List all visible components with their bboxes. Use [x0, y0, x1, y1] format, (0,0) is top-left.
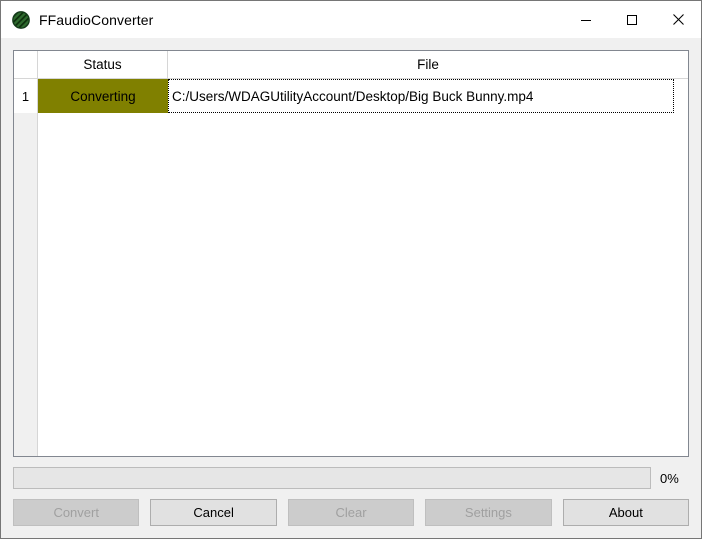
window-title: FFaudioConverter — [39, 11, 154, 28]
progress-row: 0% — [13, 467, 689, 489]
close-icon[interactable] — [655, 1, 701, 38]
table-header-row: Status File — [14, 51, 688, 79]
table-body: 1 Converting C:/Users/WDAGUtilityAccount… — [14, 79, 688, 456]
maximize-icon[interactable] — [609, 1, 655, 38]
progress-bar — [13, 467, 651, 489]
status-badge: Converting — [38, 79, 168, 113]
table-row[interactable]: Converting C:/Users/WDAGUtilityAccount/D… — [38, 79, 688, 113]
column-header-status[interactable]: Status — [38, 51, 168, 78]
file-table[interactable]: Status File 1 Converting C:/Users/WDAGUt… — [13, 50, 689, 457]
button-bar: Convert Cancel Clear Settings About — [13, 499, 690, 526]
clear-button[interactable]: Clear — [287, 499, 415, 526]
app-logo-icon — [12, 10, 30, 29]
convert-button[interactable]: Convert — [13, 499, 140, 526]
about-button[interactable]: About — [562, 499, 690, 526]
file-path-cell[interactable]: C:/Users/WDAGUtilityAccount/Desktop/Big … — [168, 79, 674, 113]
table-rows: Converting C:/Users/WDAGUtilityAccount/D… — [38, 79, 688, 456]
cancel-button[interactable]: Cancel — [150, 499, 277, 526]
table-corner-header — [14, 51, 38, 78]
column-header-file[interactable]: File — [168, 51, 688, 78]
title-bar: FFaudioConverter — [1, 1, 701, 38]
window-controls — [563, 1, 701, 38]
minimize-icon[interactable] — [563, 1, 609, 38]
settings-button[interactable]: Settings — [425, 499, 552, 526]
row-number-column: 1 — [14, 79, 38, 456]
progress-percent-label: 0% — [660, 470, 679, 486]
row-number-cell[interactable]: 1 — [14, 79, 37, 113]
app-window: FFaudioConverter Status File 1 Convertin… — [0, 0, 702, 539]
